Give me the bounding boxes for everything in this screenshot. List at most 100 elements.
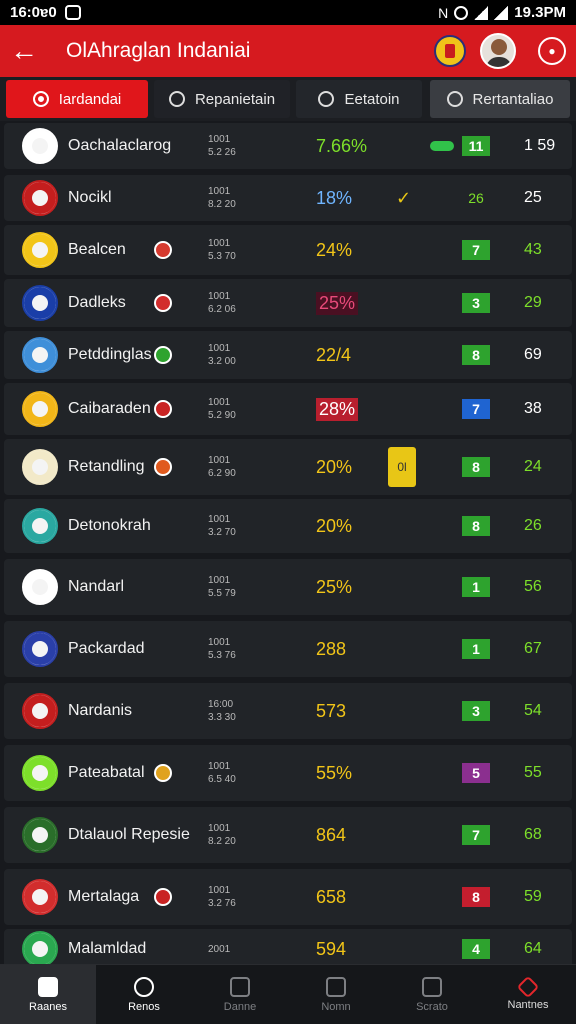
match-meta: 1001 3.2 76 <box>208 884 236 910</box>
percentage-value: 22/4 <box>316 344 352 365</box>
avatar[interactable] <box>480 33 516 69</box>
table-row[interactable]: Nocikl 1001 8.2 20 18% ✓ 26 25 <box>4 175 572 221</box>
table-row[interactable]: Pateabatal 1001 6.5 40 55% 5 55 <box>4 745 572 801</box>
match-meta: 1001 3.2 70 <box>208 513 236 539</box>
team-name: Nocikl <box>68 189 112 206</box>
trend-check-icon: ✓ <box>396 187 412 208</box>
percentage-value: 24% <box>316 239 353 260</box>
nav-item-raanes[interactable]: Raanes <box>0 965 96 1024</box>
percentage-value: 28% <box>316 397 359 421</box>
percentage-value: 594 <box>316 938 347 959</box>
form-indicator-icon <box>430 141 454 151</box>
position-badge: 7 <box>462 399 490 419</box>
match-meta: 1001 5.3 70 <box>208 237 236 263</box>
table-row[interactable]: Caibaraden 1001 5.2 90 28% 7 38 <box>4 383 572 435</box>
meta-line-2: 5.3 76 <box>208 650 236 661</box>
country-flag-icon <box>154 346 172 364</box>
tab-iardandai[interactable]: Iardandai <box>6 80 148 118</box>
nav-item-nantnes[interactable]: Nantnes <box>480 965 576 1024</box>
table-row[interactable]: Dadleks 1001 6.2 06 25% 3 29 <box>4 279 572 327</box>
percentage-value: 18% <box>316 187 353 208</box>
meta-line-1: 1001 <box>208 575 231 586</box>
tab-rertantaliao[interactable]: Rertantaliao <box>430 80 570 118</box>
tab-eetatoin[interactable]: Eetatoin <box>296 80 422 118</box>
tab-icon <box>446 91 463 107</box>
table-row[interactable]: Mertalaga 1001 3.2 76 658 8 59 <box>4 869 572 925</box>
team-logo-icon <box>22 285 58 321</box>
team-name: Nardanis <box>68 702 133 719</box>
team-name: Pateabatal <box>68 764 145 781</box>
points-value: 56 <box>524 578 542 595</box>
percentage-value: 7.66% <box>316 135 368 156</box>
team-logo-icon <box>22 879 58 915</box>
tab-repanietain[interactable]: Repanietain <box>154 80 290 118</box>
table-row[interactable]: Petddinglas 1001 3.2 00 22/4 8 69 <box>4 331 572 379</box>
nav-label: Danne <box>223 1000 257 1013</box>
match-meta: 2001 <box>208 943 230 956</box>
table-row[interactable]: Bealcen 1001 5.3 70 24% 7 43 <box>4 225 572 275</box>
team-logo-icon <box>22 391 58 427</box>
table-row[interactable]: Malamldad 2001 594 4 64 <box>4 929 572 964</box>
percentage-value: 20% <box>316 456 353 477</box>
nav-item-nomn[interactable]: Nomn <box>288 965 384 1024</box>
nav-item-scrato[interactable]: Scrato <box>384 965 480 1024</box>
team-logo-icon <box>22 755 58 791</box>
points-value: 67 <box>524 640 542 657</box>
team-name: Dadleks <box>68 294 126 311</box>
team-logo-icon <box>22 128 58 164</box>
team-logo-icon <box>22 508 58 544</box>
tab-label: Repanietain <box>194 90 276 108</box>
match-meta: 1001 3.2 00 <box>208 342 236 368</box>
tab-label: Eetatoin <box>344 90 400 108</box>
match-meta: 1001 5.3 76 <box>208 636 236 662</box>
team-name: Bealcen <box>68 241 126 258</box>
position-badge: 8 <box>462 345 490 365</box>
calendar-icon <box>230 976 250 997</box>
percentage-value: 288 <box>316 638 347 659</box>
points-value: 59 <box>524 888 542 905</box>
meta-line-2: 5.5 79 <box>208 588 236 599</box>
highlight-chip[interactable]: 0l <box>388 447 416 487</box>
tab-label: Rertantaliao <box>472 90 554 108</box>
bottom-nav: Raanes Renos Danne Nomn Scrato Nantnes <box>0 964 576 1024</box>
back-arrow-icon[interactable]: ← <box>10 35 50 67</box>
clock-icon <box>134 976 154 997</box>
position-badge: 7 <box>462 240 490 260</box>
meta-line-2: 5.3 70 <box>208 251 236 262</box>
table-row[interactable]: Nandarl 1001 5.5 79 25% 1 56 <box>4 559 572 615</box>
team-name: Nandarl <box>68 578 125 595</box>
tab-label: Iardandai <box>58 90 122 108</box>
signal-icon <box>494 5 509 20</box>
country-flag-icon <box>154 241 172 259</box>
team-logo-icon <box>22 817 58 853</box>
table-row[interactable]: Retandling 1001 6.2 90 20% 0l 8 24 <box>4 439 572 495</box>
meta-line-1: 1001 <box>208 637 231 648</box>
heart-icon <box>326 976 346 997</box>
table-row[interactable]: Packardad 1001 5.3 76 288 1 67 <box>4 621 572 677</box>
position-badge: 5 <box>462 763 490 783</box>
nav-item-renos[interactable]: Renos <box>96 965 192 1024</box>
home-icon <box>38 976 58 997</box>
tab-icon <box>318 91 335 107</box>
club-crest-icon[interactable] <box>434 35 466 67</box>
position-badge: 26 <box>468 190 484 206</box>
meta-line-1: 1001 <box>208 238 231 249</box>
nfc-icon: N <box>438 4 449 21</box>
table-row[interactable]: Dtalauol Repesie 1001 8.2 20 864 7 68 <box>4 807 572 863</box>
settings-icon[interactable]: ● <box>538 37 566 65</box>
team-name: Detonokrah <box>68 517 151 534</box>
meta-line-1: 1001 <box>208 885 231 896</box>
meta-line-1: 1001 <box>208 514 231 525</box>
meta-line-1: 1001 <box>208 761 231 772</box>
match-meta: 16:00 3.3 30 <box>208 698 236 724</box>
points-value: 24 <box>524 458 542 475</box>
nav-item-danne[interactable]: Danne <box>192 965 288 1024</box>
team-logo-icon <box>22 569 58 605</box>
table-row[interactable]: Oachalaclarog 1001 5.2 26 7.66% 11 1 59 <box>4 123 572 169</box>
table-row[interactable]: Detonokrah 1001 3.2 70 20% 8 26 <box>4 499 572 553</box>
meta-line-1: 1001 <box>208 397 231 408</box>
country-flag-icon <box>154 888 172 906</box>
meta-line-1: 1001 <box>208 343 231 354</box>
points-value: 25 <box>524 189 542 206</box>
table-row[interactable]: Nardanis 16:00 3.3 30 573 3 54 <box>4 683 572 739</box>
